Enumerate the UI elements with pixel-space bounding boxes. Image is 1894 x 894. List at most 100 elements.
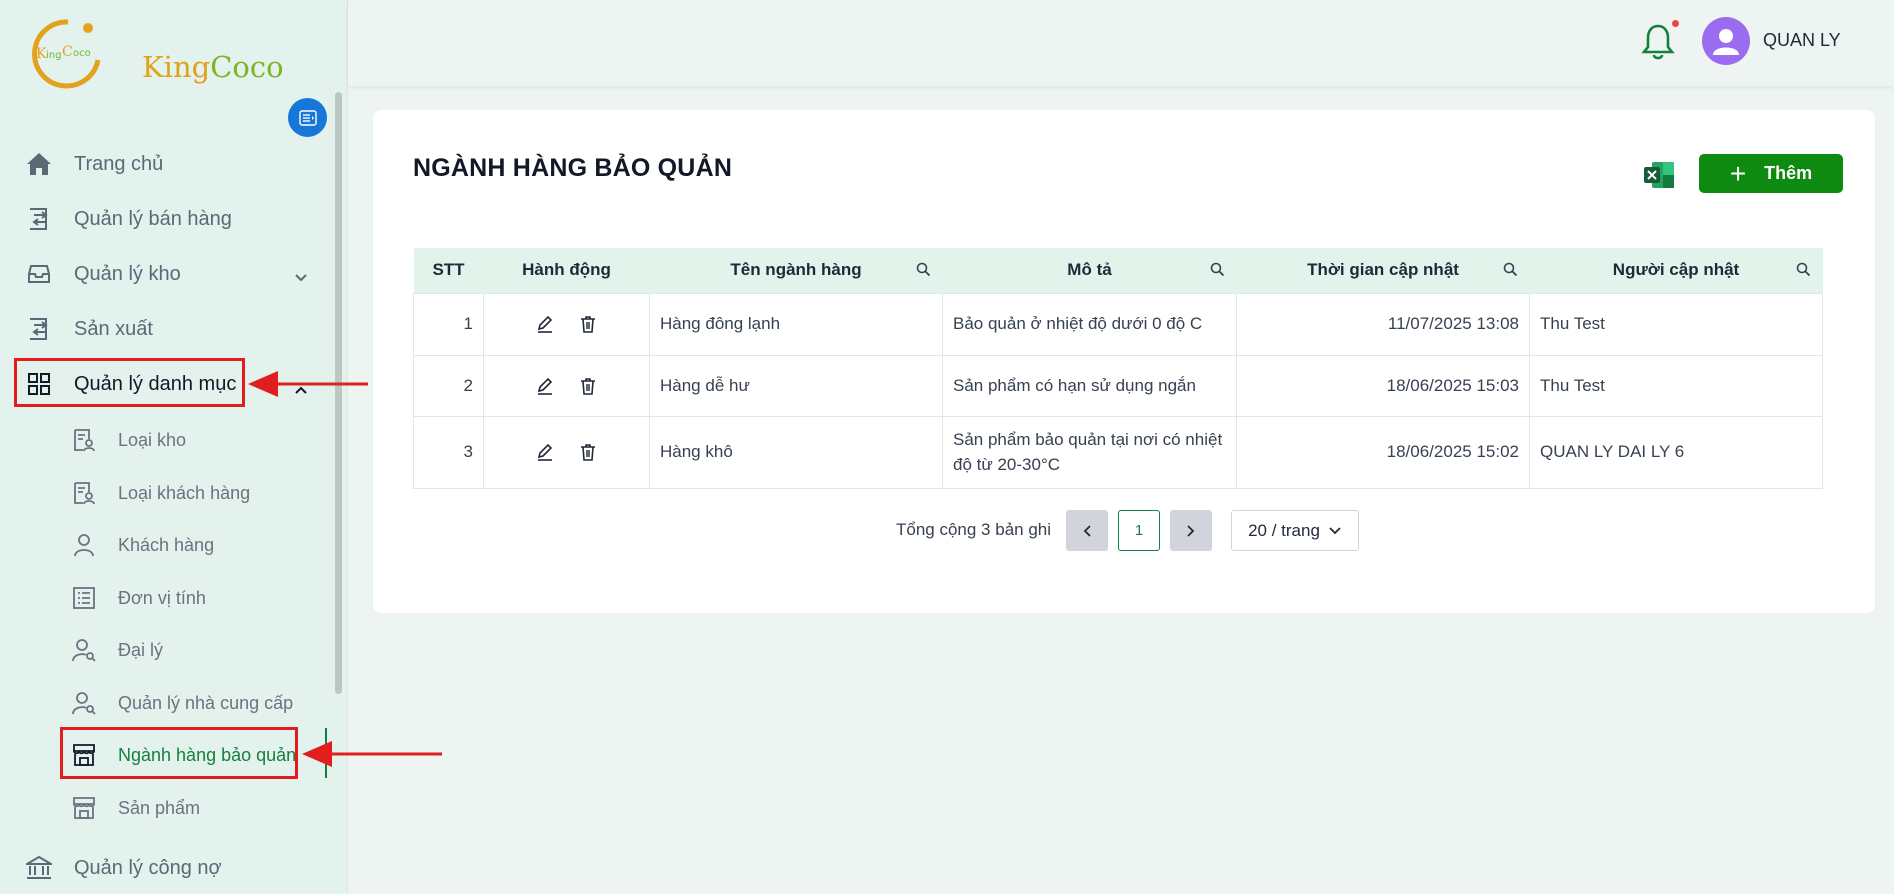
edit-icon[interactable] xyxy=(535,376,555,396)
user-name[interactable]: QUAN LY xyxy=(1763,30,1841,51)
add-button-label: Thêm xyxy=(1764,163,1813,183)
column-header-label: Thời gian cập nhật xyxy=(1307,260,1459,280)
chevron-right-icon xyxy=(1187,524,1195,537)
table-header-row: STT Hành động Tên ngành hàng Mô tả Thời … xyxy=(413,248,1823,293)
user-icon xyxy=(72,533,96,557)
delete-icon[interactable] xyxy=(578,376,598,396)
sidebar-item-warehouse[interactable]: Quản lý kho xyxy=(26,254,316,294)
cell-name: Hàng khô xyxy=(649,415,943,489)
sidebar-subitem-product[interactable]: Sản phẩm xyxy=(72,789,200,827)
sidebar-item-label: Quản lý công nợ xyxy=(74,856,222,879)
sidebar-subitem-supplier[interactable]: Quản lý nhà cung cấp xyxy=(72,684,293,722)
add-button[interactable]: + Thêm xyxy=(1699,154,1843,193)
prev-page-button[interactable] xyxy=(1066,510,1108,551)
table-row: 3 Hàng khô Sản phẩm bảo quản tại nơi có … xyxy=(413,415,1823,489)
sidebar-subitem-agent[interactable]: Đại lý xyxy=(72,631,163,669)
search-icon[interactable] xyxy=(916,262,931,277)
svg-text:C: C xyxy=(62,44,73,60)
chevron-left-icon xyxy=(1083,524,1091,537)
sidebar-item-label: Sản xuất xyxy=(74,317,153,340)
search-icon[interactable] xyxy=(1796,262,1811,277)
sidebar-subitem-label: Sản phẩm xyxy=(118,797,201,818)
sidebar-subitem-customer[interactable]: Khách hàng xyxy=(72,526,214,564)
cell-updated-time: 18/06/2025 15:02 xyxy=(1236,415,1530,489)
cell-updated-time: 11/07/2025 13:08 xyxy=(1236,292,1530,356)
cell-updated-by: QUAN LY DAI LY 6 xyxy=(1529,415,1823,489)
page-title: NGÀNH HÀNG BẢO QUẢN xyxy=(413,154,733,182)
annotation-arrow-icon xyxy=(248,371,368,397)
edit-icon[interactable] xyxy=(535,442,555,462)
column-header-description: Mô tả xyxy=(942,248,1237,293)
storage-category-table: STT Hành động Tên ngành hàng Mô tả Thời … xyxy=(413,248,1823,489)
kingcoco-logo[interactable]: K ing C oco KingCoco xyxy=(28,14,284,94)
sidebar-subitem-customer-type[interactable]: Loại khách hàng xyxy=(72,474,250,512)
total-records: Tổng cộng 3 bản ghi xyxy=(896,520,1052,539)
collapse-sidebar-button[interactable] xyxy=(288,98,327,137)
sidebar-subitem-label: Đại lý xyxy=(118,639,164,660)
content-card: NGÀNH HÀNG BẢO QUẢN + Thêm STT Hành động… xyxy=(373,110,1875,613)
excel-export-icon[interactable] xyxy=(1643,160,1675,190)
bank-icon xyxy=(26,855,52,881)
user-avatar-icon xyxy=(1713,29,1739,55)
annotation-box-catalog xyxy=(14,358,245,407)
pagination: Tổng cộng 3 bản ghi 1 20 / trang xyxy=(373,510,1875,552)
cell-description: Sản phẩm bảo quản tại nơi có nhiệt độ từ… xyxy=(942,415,1237,489)
home-icon xyxy=(26,151,52,177)
delete-icon[interactable] xyxy=(578,314,598,334)
sidebar-item-debt[interactable]: Quản lý công nợ xyxy=(26,848,222,888)
column-header-label: Người cập nhật xyxy=(1612,260,1740,280)
notification-badge xyxy=(1672,20,1679,27)
sidebar-subitem-unit[interactable]: Đơn vị tính xyxy=(72,579,206,617)
cell-name: Hàng dễ hư xyxy=(649,354,943,417)
sales-transfer-icon xyxy=(26,206,52,232)
document-user-icon xyxy=(72,428,96,452)
cell-actions xyxy=(483,292,650,356)
column-header-actions: Hành động xyxy=(483,248,650,293)
sidebar-item-sales[interactable]: Quản lý bán hàng xyxy=(26,199,232,239)
search-icon[interactable] xyxy=(1210,262,1225,277)
list-icon xyxy=(72,586,96,610)
cell-actions xyxy=(483,354,650,417)
cell-name: Hàng đông lạnh xyxy=(649,292,943,356)
sidebar-subitem-label: Loại khách hàng xyxy=(118,482,251,503)
search-icon[interactable] xyxy=(1503,262,1518,277)
plus-icon: + xyxy=(1729,157,1747,189)
table-row: 1 Hàng đông lạnh Bảo quản ở nhiệt độ dướ… xyxy=(413,292,1823,356)
sidebar-item-home[interactable]: Trang chủ xyxy=(26,144,163,184)
chevron-down-icon xyxy=(1329,526,1341,534)
cell-description: Bảo quản ở nhiệt độ dưới 0 độ C xyxy=(942,292,1237,356)
table-row: 2 Hàng dễ hư Sản phẩm có hạn sử dụng ngắ… xyxy=(413,354,1823,417)
shop-icon xyxy=(72,796,96,820)
svg-text:ing: ing xyxy=(46,50,61,61)
cell-stt: 2 xyxy=(413,354,484,417)
cell-updated-by: Thu Test xyxy=(1529,292,1823,356)
cell-updated-by: Thu Test xyxy=(1529,354,1823,417)
column-header-label: Mô tả xyxy=(1067,260,1112,280)
svg-text:oco: oco xyxy=(73,48,91,59)
sidebar-subitem-label: Quản lý nhà cung cấp xyxy=(118,692,294,713)
cell-updated-time: 18/06/2025 15:03 xyxy=(1236,354,1530,417)
user-search-icon xyxy=(72,691,96,715)
edit-icon[interactable] xyxy=(535,314,555,334)
sidebar-item-production[interactable]: Sản xuất xyxy=(26,309,153,349)
delete-icon[interactable] xyxy=(578,442,598,462)
chevron-down-icon xyxy=(294,266,308,289)
user-search-icon xyxy=(72,638,96,662)
notification-bell-icon[interactable] xyxy=(1640,22,1676,62)
sidebar-subitem-label: Đơn vị tính xyxy=(118,587,206,608)
column-header-stt: STT xyxy=(413,248,484,293)
avatar[interactable] xyxy=(1702,17,1750,65)
cell-description: Sản phẩm có hạn sử dụng ngắn xyxy=(942,354,1237,417)
page-number-current[interactable]: 1 xyxy=(1118,510,1160,551)
document-user-icon xyxy=(72,481,96,505)
column-header-updated-by: Người cập nhật xyxy=(1529,248,1823,293)
page-size-select[interactable]: 20 / trang xyxy=(1231,510,1359,551)
sidebar-subitem-warehouse-type[interactable]: Loại kho xyxy=(72,421,186,459)
menu-fold-icon xyxy=(298,109,317,126)
next-page-button[interactable] xyxy=(1170,510,1212,551)
sidebar-subitem-label: Loại kho xyxy=(118,429,187,450)
logo-text: KingCoco xyxy=(142,50,284,84)
production-transfer-icon xyxy=(26,316,52,342)
page-size-value: 20 / trang xyxy=(1248,520,1320,540)
cell-stt: 1 xyxy=(413,292,484,356)
